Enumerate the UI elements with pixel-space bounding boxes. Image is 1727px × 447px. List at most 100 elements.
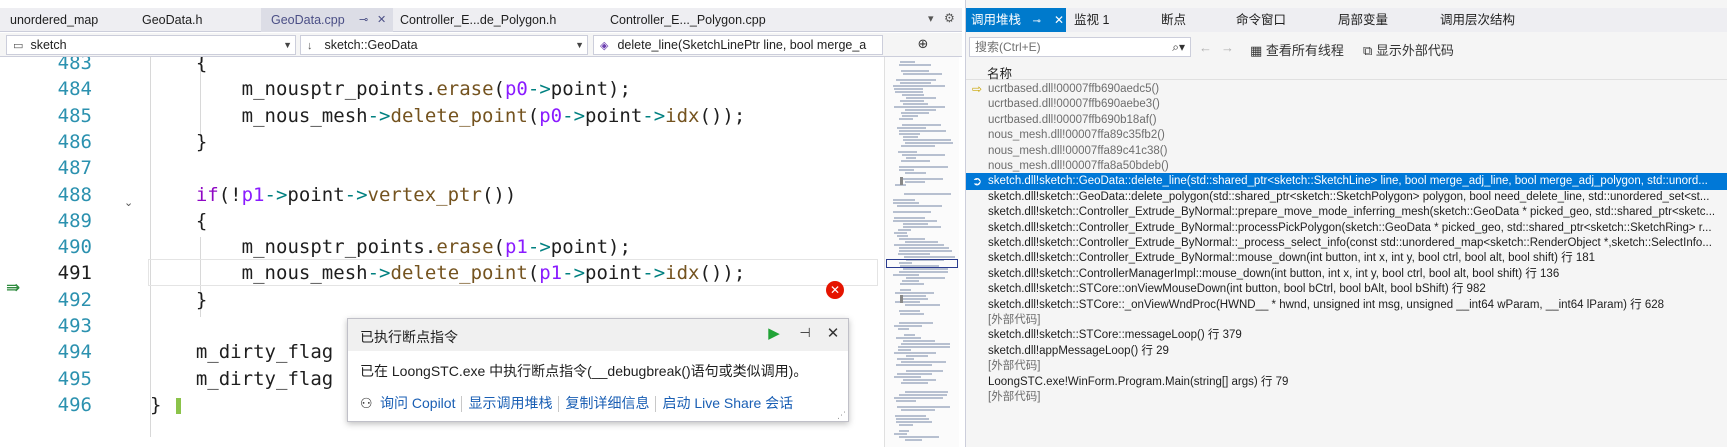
minimap-line <box>901 145 935 147</box>
tab-geodata-h[interactable]: GeoData.h <box>132 8 212 32</box>
code-line[interactable]: 490 m_nousptr_points.erase(p1->point); <box>0 233 884 262</box>
line-text: } <box>150 393 162 416</box>
minimap-line <box>898 349 911 351</box>
minimap-line <box>903 340 935 342</box>
tab-command-window[interactable]: 命令窗口 <box>1231 8 1291 32</box>
minimap-line <box>895 301 920 303</box>
minimap-line <box>897 205 942 207</box>
minimap-scrollbar[interactable] <box>884 57 959 447</box>
method-icon: ◈ <box>600 40 609 52</box>
minimap-line <box>903 73 942 75</box>
search-icon[interactable]: ⌕▾ <box>1172 38 1185 56</box>
minimap-line <box>899 238 925 240</box>
tab-call-hierarchy[interactable]: 调用层次结构 <box>1435 8 1520 32</box>
minimap-line <box>902 94 924 96</box>
line-number: 486 <box>57 130 92 153</box>
minimap-line <box>901 361 946 363</box>
close-icon[interactable]: ✕ <box>1054 8 1064 32</box>
split-window-icon[interactable]: ⊕ <box>914 36 932 54</box>
minimap-line <box>897 358 914 360</box>
tab-watch-1[interactable]: 监视 1 <box>1069 8 1114 32</box>
minimap-viewport[interactable] <box>886 259 958 268</box>
tab-call-stack[interactable]: 调用堆栈 ⊸ ✕ <box>966 8 1066 32</box>
gear-icon[interactable]: ⚙ <box>944 11 955 25</box>
minimap-line <box>897 235 908 237</box>
pin-icon[interactable]: ⊸ <box>1033 10 1041 34</box>
code-line[interactable]: 485 m_nous_mesh->delete_point(p0->point-… <box>0 102 884 131</box>
minimap-line <box>899 118 913 120</box>
tab-breakpoints[interactable]: 断点 <box>1156 8 1191 32</box>
minimap-line <box>896 79 936 81</box>
minimap-line <box>894 217 925 219</box>
minimap-line <box>898 229 911 231</box>
show-all-threads-button[interactable]: ▦ 查看所有线程 <box>1250 40 1344 59</box>
ask-copilot-link[interactable]: 询问 Copilot <box>380 395 455 411</box>
start-live-share-link[interactable]: 启动 Live Share 会话 <box>662 395 793 411</box>
tab-overflow-icon[interactable]: ▾ <box>928 12 934 25</box>
resize-grip-icon[interactable]: ⋰ <box>837 410 846 421</box>
frame-text: [外部代码] <box>988 391 1041 403</box>
copy-details-link[interactable]: 复制详细信息 <box>565 395 649 411</box>
minimap-line <box>905 172 926 174</box>
line-text: m_dirty_flag <box>195 367 334 390</box>
minimap-line <box>901 409 935 411</box>
tab-locals[interactable]: 局部变量 <box>1333 8 1393 32</box>
minimap-line <box>901 298 928 300</box>
minimap-line <box>901 70 929 72</box>
minimap-line <box>899 247 949 249</box>
code-line[interactable]: 491 m_nous_mesh->delete_point(p1->point-… <box>0 259 884 288</box>
column-header: 名称 <box>966 62 1727 82</box>
code-line[interactable]: 489 { <box>0 207 884 236</box>
minimap-line <box>894 88 923 90</box>
minimap-line <box>899 64 931 66</box>
call-stack-frame[interactable]: [外部代码] <box>966 389 1727 406</box>
close-icon[interactable]: ✕ <box>377 8 386 32</box>
call-stack-list: ⇨ ucrtbased.dll!00007ffb690aedc5() ucrtbas… <box>966 81 1727 447</box>
show-external-code-button[interactable]: ⧉ 显示外部代码 <box>1363 40 1454 59</box>
tab-controller-polygon-cpp[interactable]: Controller_E..._Polygon.cpp <box>600 8 776 32</box>
scope-dropdown-value: sketch::GeoData <box>324 38 418 52</box>
member-dropdown[interactable]: ◈ delete_line(SketchLinePtr line, bool m… <box>593 35 883 55</box>
line-number: 491 <box>57 262 92 285</box>
minimap-line <box>902 178 943 180</box>
pin-icon[interactable]: ⊸ <box>359 8 368 32</box>
minimap-line <box>905 439 922 441</box>
back-arrow-icon[interactable]: ← <box>1199 40 1212 55</box>
minimap-line <box>906 355 928 357</box>
continue-icon[interactable]: ▶ <box>766 326 782 342</box>
minimap-line <box>899 424 913 426</box>
chevron-down-icon: ▼ <box>575 40 584 50</box>
tab-unordered-map[interactable]: unordered_map <box>0 8 108 32</box>
line-text: { <box>195 209 208 232</box>
show-call-stack-link[interactable]: 显示调用堆栈 <box>468 395 552 411</box>
tab-controller-polygon-h[interactable]: Controller_E...de_Polygon.h <box>390 8 566 32</box>
column-name-header[interactable]: 名称 <box>987 63 1012 82</box>
search-placeholder: 搜索(Ctrl+E) <box>975 40 1041 54</box>
pin-icon[interactable]: ⊣ <box>797 325 813 343</box>
project-dropdown[interactable]: ▭ sketch ▼ <box>6 35 296 55</box>
tab-label: 监视 1 <box>1074 13 1110 27</box>
code-line[interactable]: 492 } <box>0 286 884 315</box>
line-number: 496 <box>57 393 92 416</box>
close-icon[interactable]: ✕ <box>824 324 842 344</box>
line-text: } <box>195 288 208 311</box>
code-line[interactable]: 487 <box>0 154 884 183</box>
tab-label: GeoData.h <box>142 13 203 27</box>
member-dropdown-value: delete_line(SketchLinePtr line, bool mer… <box>617 38 867 52</box>
forward-arrow-icon[interactable]: → <box>1221 40 1234 55</box>
tab-geodata-cpp[interactable]: GeoData.cpp ⊸ ✕ <box>261 8 393 32</box>
minimap-line <box>895 415 926 417</box>
minimap-line <box>893 274 919 276</box>
code-line[interactable]: 484 m_nousptr_points.erase(p0->point); <box>0 75 884 104</box>
scope-dropdown[interactable]: ↓ sketch::GeoData ▼ <box>300 35 588 55</box>
popup-actions: ⚇ 询问 Copilot 显示调用堆栈 复制详细信息 启动 Live Share 会话 <box>360 393 793 415</box>
code-line[interactable]: 486 } <box>0 128 884 157</box>
minimap-line <box>906 277 945 279</box>
minimap-line <box>898 346 950 348</box>
line-number: 495 <box>57 367 92 390</box>
collapse-chevron-icon[interactable]: ⌄ <box>124 196 133 209</box>
line-number: 494 <box>57 341 92 364</box>
tab-label: unordered_map <box>10 13 99 27</box>
scope-arrow-icon: ↓ <box>307 40 313 52</box>
search-input[interactable]: 搜索(Ctrl+E) ⌕▾ <box>969 37 1191 57</box>
